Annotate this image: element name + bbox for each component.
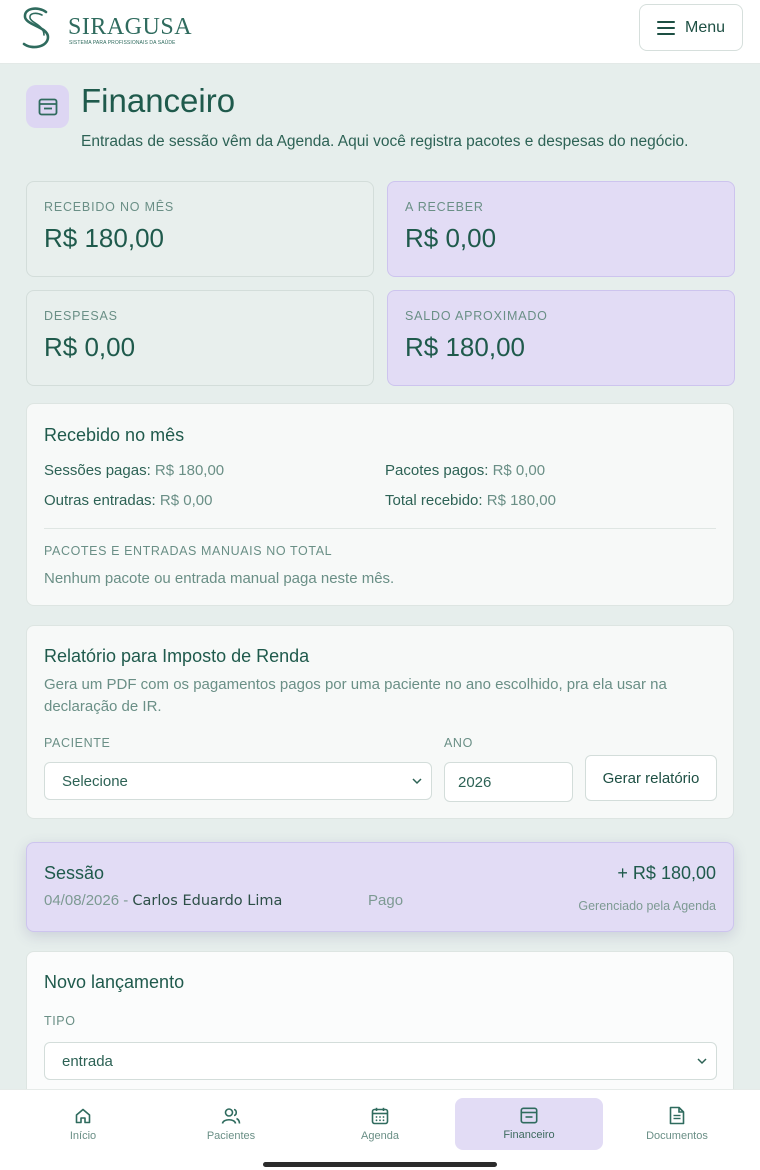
total-received-row: Total recebido: R$ 180,00 [385,492,556,509]
stat-label: RECEBIDO NO MÊS [44,200,175,214]
nav-item-documentos[interactable]: Documentos [603,1098,751,1150]
users-icon [221,1107,241,1124]
chevron-down-icon [697,1058,707,1065]
stat-value: R$ 180,00 [405,332,525,362]
session-patient-name: Carlos Eduardo Lima [132,893,283,909]
brand-logo[interactable]: SIRAGUSA SISTEMA PARA PROFISSIONAIS DA S… [20,6,193,52]
stat-expenses: DESPESAS R$ 0,00 [26,290,374,386]
received-summary-card: Recebido no mês Sessões pagas: R$ 180,00… [26,403,734,606]
home-indicator [263,1162,497,1167]
type-field-label: TIPO [44,1014,76,1028]
stat-value: R$ 180,00 [44,223,164,253]
manual-entries-label: PACOTES E ENTRADAS MANUAIS NO TOTAL [44,544,333,558]
new-entry-card: Novo lançamento TIPO entrada [26,951,734,1111]
received-card-title: Recebido no mês [44,425,185,445]
wallet-icon [26,85,69,128]
patient-select[interactable]: Selecione [44,762,432,800]
new-entry-title: Novo lançamento [44,972,185,992]
hamburger-icon [656,20,675,35]
other-income-value: R$ 0,00 [159,492,213,509]
manual-entries-empty: Nenhum pacote ou entrada manual paga nes… [44,570,395,587]
patient-field-label: PACIENTE [44,736,111,750]
nav-item-agenda[interactable]: Agenda [306,1098,454,1150]
session-separator: - [123,892,129,909]
nav-item-label: Início [69,1129,97,1142]
stat-value: R$ 0,00 [405,223,497,253]
ir-report-description: Gera um PDF com os pagamentos pagos por … [44,676,667,715]
year-input-value: 2026 [458,773,492,791]
nav-item-label: Documentos [646,1130,708,1142]
session-entry-card[interactable]: Sessão 04/08/2026 - Carlos Eduardo Lima … [26,842,734,932]
generate-report-button[interactable]: Gerar relatório [585,755,717,801]
stat-received-month: RECEBIDO NO MÊS R$ 180,00 [26,181,374,277]
year-input[interactable]: 2026 [444,762,573,802]
total-received-label: Total recebido: [385,492,483,509]
other-income-label: Outras entradas: [44,492,156,509]
sessions-paid-row: Sessões pagas: R$ 180,00 [44,462,224,479]
year-field-label: ANO [444,736,473,750]
chevron-down-icon [412,778,422,785]
logo-s-mark-icon [22,7,50,49]
stat-label: A RECEBER [405,200,484,214]
packages-paid-label: Pacotes pagos: [385,462,489,479]
page-subtitle: Entradas de sessão vêm da Agenda. Aqui v… [81,133,689,150]
stat-value: R$ 0,00 [44,332,136,362]
menu-button-label: Menu [684,18,726,36]
brand-tagline: SISTEMA PARA PROFISSIONAIS DA SAÚDE [69,40,176,46]
stat-label: SALDO APROXIMADO [405,309,548,323]
sessions-paid-label: Sessões pagas: [44,462,151,479]
session-managed-note: Gerenciado pela Agenda [578,899,716,913]
calendar-icon [371,1107,389,1124]
other-income-row: Outras entradas: R$ 0,00 [44,492,212,509]
session-amount: + R$ 180,00 [617,863,716,883]
packages-paid-value: R$ 0,00 [492,462,546,479]
nav-item-inicio[interactable]: Início [9,1098,157,1150]
total-received-value: R$ 180,00 [486,492,556,509]
divider [44,528,716,529]
session-entry-title: Sessão [44,863,105,883]
top-bar: SIRAGUSA SISTEMA PARA PROFISSIONAIS DA S… [0,0,760,64]
stat-label: DESPESAS [44,309,118,323]
nav-item-pacientes[interactable]: Pacientes [157,1098,305,1150]
type-select-value: entrada [62,1052,113,1070]
home-icon [75,1108,91,1123]
nav-item-label: Financeiro [503,1129,555,1141]
nav-item-label: Pacientes [206,1129,256,1142]
packages-paid-row: Pacotes pagos: R$ 0,00 [385,462,545,479]
stat-balance: SALDO APROXIMADO R$ 180,00 [387,290,735,386]
brand-name: SIRAGUSA [68,14,193,40]
document-icon [669,1106,685,1125]
bottom-navigation: Início Pacientes Agenda Financeiro Docum… [0,1089,760,1170]
nav-item-financeiro[interactable]: Financeiro [455,1098,603,1150]
sessions-paid-value: R$ 180,00 [154,462,225,479]
patient-select-value: Selecione [62,772,128,790]
wallet-icon [520,1107,538,1124]
session-entry-details: 04/08/2026 - Carlos Eduardo Lima [44,892,282,909]
session-date: 04/08/2026 [44,892,120,909]
type-select[interactable]: entrada [44,1042,717,1080]
stat-to-receive: A RECEBER R$ 0,00 [387,181,735,277]
page-title: Financeiro [81,82,236,119]
ir-report-title: Relatório para Imposto de Renda [44,646,310,666]
ir-report-card: Relatório para Imposto de Renda Gera um … [26,625,734,819]
session-status: Pago [368,892,404,909]
menu-button[interactable]: Menu [639,4,743,51]
nav-item-label: Agenda [361,1129,399,1142]
